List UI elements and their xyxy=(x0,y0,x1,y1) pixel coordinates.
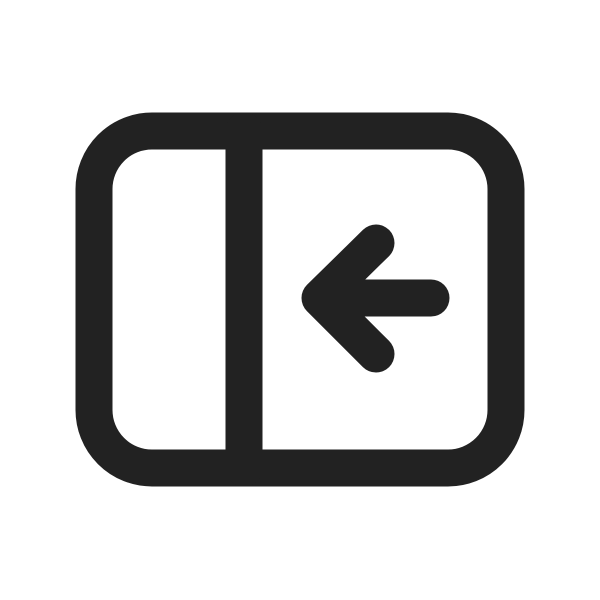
left-arrow-icon xyxy=(301,224,450,373)
icon-svg xyxy=(75,112,525,487)
sidebar-collapse-left-icon xyxy=(0,0,600,600)
icon-canvas xyxy=(0,0,600,600)
